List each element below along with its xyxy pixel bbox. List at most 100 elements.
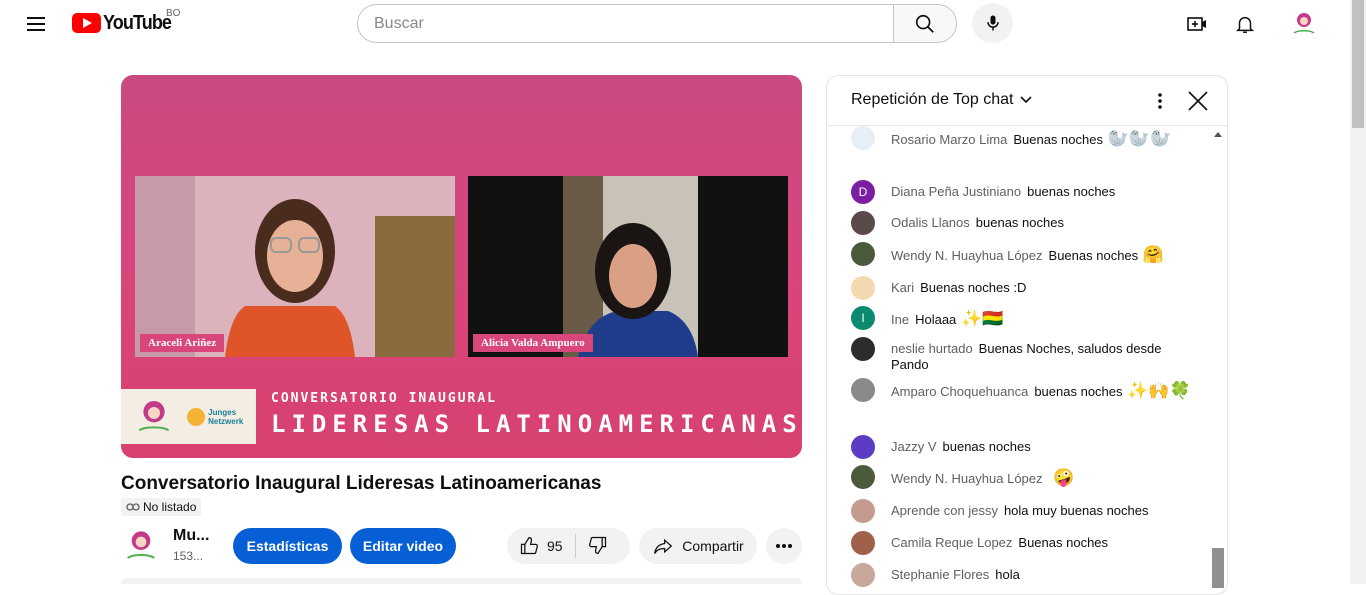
chat-author-name[interactable]: Camila Reque Lopez [891, 535, 1012, 550]
account-avatar[interactable] [1288, 8, 1320, 40]
chat-mode-dropdown[interactable]: Repetición de Top chat [851, 91, 1033, 109]
chat-scrollbar-thumb[interactable] [1212, 548, 1224, 588]
share-icon [654, 538, 673, 554]
more-vertical-icon [1158, 93, 1162, 109]
chat-author-avatar[interactable] [851, 465, 875, 489]
channel-avatar[interactable] [121, 526, 161, 566]
chat-message-text: hola [995, 567, 1020, 582]
notifications-button[interactable] [1229, 8, 1261, 40]
like-dislike-group: 95 [507, 528, 630, 564]
chat-message-text: buenas noches [975, 215, 1064, 230]
logo-text: YouTube [103, 11, 172, 34]
chat-emoji: ✨🇧🇴 [956, 309, 1004, 328]
participant-frame-right: Alicia Valda Ampuero [468, 176, 788, 357]
chat-message-text: hola muy buenas noches [1003, 503, 1149, 518]
banner-title: LIDERESAS LATINOAMERICANAS [271, 410, 802, 438]
chevron-down-icon [1020, 96, 1033, 104]
chat-message[interactable]: Wendy N. Huayhua López 🤪 [851, 465, 1191, 489]
chat-header: Repetición de Top chat [827, 76, 1227, 126]
chat-message[interactable]: Amparo Choquehuanca buenas noches ✨🙌🍀 [851, 378, 1191, 402]
chat-author-avatar[interactable] [851, 563, 875, 587]
participant-name-left: Araceli Ariñez [140, 334, 225, 352]
menu-icon[interactable] [20, 8, 52, 40]
chat-author-name[interactable]: neslie hurtado [891, 341, 973, 356]
chat-message[interactable]: I Ine Holaaa ✨🇧🇴 [851, 306, 1191, 330]
chat-menu-button[interactable] [1149, 89, 1171, 113]
chat-message[interactable]: Camila Reque Lopez Buenas noches [851, 531, 1191, 555]
chat-message[interactable]: neslie hurtado Buenas Noches, saludos des… [851, 337, 1191, 373]
chat-replay-panel: Repetición de Top chat Rosario Marzo Lim… [826, 75, 1228, 595]
thumbs-up-icon [520, 537, 538, 555]
channel-name[interactable]: Mu... [173, 527, 209, 545]
country-code: BO [166, 8, 181, 19]
chat-author-avatar[interactable] [851, 276, 875, 300]
more-horizontal-icon [776, 544, 792, 548]
chat-author-name[interactable]: Wendy N. Huayhua López [891, 248, 1043, 263]
chat-message[interactable]: Stephanie Flores hola [851, 563, 1191, 587]
chat-author-name[interactable]: Amparo Choquehuanca [891, 384, 1028, 399]
chat-message-text: Holaaa [915, 312, 957, 327]
chat-message[interactable]: Jazzy V buenas noches [851, 435, 1191, 459]
thumbs-down-icon [588, 536, 606, 554]
like-divider [574, 534, 576, 558]
chat-author-name[interactable]: Wendy N. Huayhua López [891, 471, 1043, 486]
create-button[interactable] [1181, 8, 1213, 40]
chat-close-button[interactable] [1185, 88, 1211, 114]
chat-author-name[interactable]: Stephanie Flores [891, 567, 989, 582]
chat-author-avatar[interactable] [851, 435, 875, 459]
chat-author-avatar[interactable] [851, 337, 875, 361]
search-icon [915, 14, 934, 33]
masthead: YouTube BO Buscar [0, 0, 1350, 48]
chat-author-name[interactable]: Ine [891, 312, 909, 327]
chat-author-name[interactable]: Aprende con jessy [891, 503, 998, 518]
voice-search-button[interactable] [972, 3, 1013, 43]
banner-logos: Junges Netzwerk [121, 389, 256, 444]
page-scrollbar-thumb[interactable] [1352, 0, 1364, 128]
chat-author-avatar[interactable] [851, 126, 875, 150]
search-input[interactable]: Buscar [357, 4, 893, 43]
share-label: Compartir [682, 538, 744, 554]
brand-avatar-icon [127, 531, 155, 559]
edit-video-button[interactable]: Editar video [350, 528, 456, 564]
chat-author-name[interactable]: Diana Peña Justiniano [891, 184, 1021, 199]
chat-message-text: Buenas noches :D [920, 280, 1027, 295]
chat-author-avatar[interactable] [851, 242, 875, 266]
chat-message[interactable]: Odalis Llanos buenas noches [851, 211, 1191, 235]
chat-message-text: Buenas noches [1048, 248, 1139, 263]
search-button[interactable] [893, 4, 957, 43]
chat-author-avatar[interactable]: I [851, 306, 875, 330]
chat-message[interactable]: Kari Buenas noches :D [851, 276, 1191, 300]
chat-author-name[interactable]: Jazzy V [891, 439, 937, 454]
chat-author-name[interactable]: Rosario Marzo Lima [891, 132, 1007, 147]
youtube-logo[interactable]: YouTube [72, 12, 179, 34]
chat-author-avatar[interactable] [851, 211, 875, 235]
chat-message[interactable]: Aprende con jessy hola muy buenas noches [851, 499, 1191, 523]
partner-logo-text-1: Junges [208, 407, 237, 417]
like-button[interactable]: 95 [519, 536, 563, 556]
chat-author-avatar[interactable]: D [851, 180, 875, 204]
partner-logo: Junges Netzwerk [187, 407, 243, 426]
chat-emoji: 🤗 [1138, 245, 1165, 264]
participant-right-image [468, 176, 788, 357]
chat-scroll-up-icon[interactable] [1213, 130, 1223, 138]
chat-author-name[interactable]: Odalis Llanos [891, 215, 970, 230]
chat-message[interactable]: D Diana Peña Justiniano buenas noches [851, 180, 1191, 204]
chat-emoji: ✨🙌🍀 [1122, 381, 1191, 400]
chat-author-avatar[interactable] [851, 531, 875, 555]
analytics-button[interactable]: Estadísticas [233, 528, 342, 564]
share-button[interactable]: Compartir [639, 528, 757, 564]
brand-logo-icon [138, 400, 169, 431]
bell-icon [1235, 16, 1255, 33]
video-title: Conversatorio Inaugural Lideresas Latino… [121, 473, 602, 494]
description-box[interactable] [121, 578, 802, 584]
chat-author-name[interactable]: Kari [891, 280, 914, 295]
chat-author-avatar[interactable] [851, 378, 875, 402]
chat-author-avatar[interactable] [851, 499, 875, 523]
video-player[interactable]: Araceli Ariñez Alicia Valda Ampuero Jung… [121, 75, 802, 458]
play-logo-icon [72, 13, 101, 33]
chat-message[interactable]: Wendy N. Huayhua López Buenas noches 🤗 [851, 242, 1191, 266]
dislike-button[interactable] [588, 535, 608, 558]
chat-message[interactable]: Rosario Marzo Lima Buenas noches 🦭🦭🦭 [851, 126, 1191, 150]
more-actions-button[interactable] [766, 528, 802, 564]
participant-name-right: Alicia Valda Ampuero [473, 334, 593, 352]
